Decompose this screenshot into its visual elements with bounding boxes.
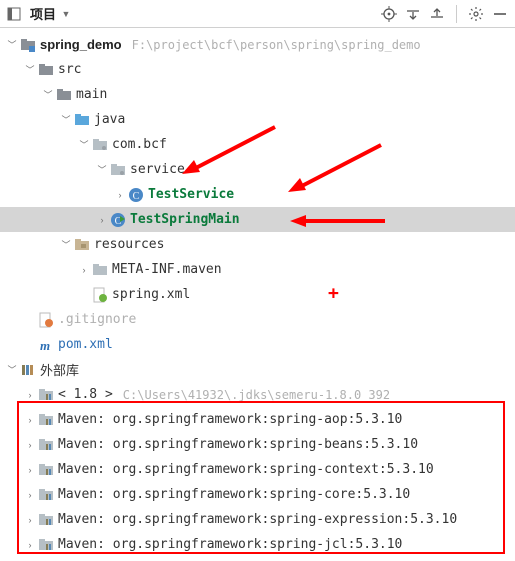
module-folder-icon: [20, 37, 36, 53]
chevron-right-icon[interactable]: ›: [114, 189, 126, 201]
tree-node-metainf[interactable]: › META-INF.maven: [0, 257, 515, 282]
chevron-down-icon[interactable]: ﹀: [42, 89, 54, 101]
chevron-right-icon[interactable]: ›: [96, 214, 108, 226]
annotation-plus: +: [328, 283, 339, 304]
folder-icon: [56, 87, 72, 103]
external-libs-label: 外部库: [40, 360, 79, 379]
src-label: src: [58, 62, 81, 77]
pom-label: pom.xml: [58, 337, 113, 352]
chevron-down-icon[interactable]: ﹀: [60, 239, 72, 251]
gitignore-label: .gitignore: [58, 312, 136, 327]
tree-node-external-libs[interactable]: ﹀ 外部库: [0, 357, 515, 382]
collapse-all-icon[interactable]: [428, 5, 446, 23]
chevron-right-icon[interactable]: ›: [24, 389, 36, 401]
tree-node-springxml[interactable]: › spring.xml: [0, 282, 515, 307]
main-label: main: [76, 87, 107, 102]
spring-xml-icon: [92, 287, 108, 303]
tree-node-src[interactable]: ﹀ src: [0, 57, 515, 82]
runnable-class-icon: C: [110, 212, 126, 228]
tree-node-java[interactable]: ﹀ java: [0, 107, 515, 132]
chevron-down-icon[interactable]: ﹀: [60, 114, 72, 126]
svg-text:C: C: [133, 191, 140, 202]
tree-node-gitignore[interactable]: › .gitignore: [0, 307, 515, 332]
project-panel-icon: [6, 6, 22, 22]
tree-node-testspringmain[interactable]: › C TestSpringMain: [0, 207, 515, 232]
chevron-down-icon[interactable]: ﹀: [78, 139, 90, 151]
chevron-down-icon[interactable]: ﹀: [6, 364, 18, 376]
sdk-label: < 1.8 >: [58, 387, 113, 402]
chevron-down-icon[interactable]: ▼: [60, 8, 72, 20]
metainf-label: META-INF.maven: [112, 262, 222, 277]
root-path: F:\project\bcf\person\spring\spring_demo: [132, 38, 421, 52]
springxml-label: spring.xml: [112, 287, 190, 302]
annotation-box: [17, 401, 505, 554]
testspringmain-label: TestSpringMain: [130, 212, 240, 227]
folder-icon: [38, 62, 54, 78]
gear-icon[interactable]: [467, 5, 485, 23]
root-label: spring_demo: [40, 37, 122, 52]
tree-node-service[interactable]: ﹀ service: [0, 157, 515, 182]
minimize-icon[interactable]: [491, 5, 509, 23]
sdk-path: C:\Users\41932\.jdks\semeru-1.8.0_392: [123, 388, 390, 402]
java-label: java: [94, 112, 125, 127]
maven-icon: m: [38, 337, 54, 353]
chevron-down-icon[interactable]: ﹀: [6, 39, 18, 51]
tree-node-pom[interactable]: › m pom.xml: [0, 332, 515, 357]
service-label: service: [130, 162, 185, 177]
chevron-down-icon[interactable]: ﹀: [24, 64, 36, 76]
target-icon[interactable]: [380, 5, 398, 23]
divider: [456, 5, 457, 23]
class-icon: C: [128, 187, 144, 203]
tree-node-testservice[interactable]: › C TestService: [0, 182, 515, 207]
package-icon: [92, 137, 108, 153]
library-group-icon: [20, 362, 36, 378]
source-folder-icon: [74, 112, 90, 128]
tree-node-package[interactable]: ﹀ com.bcf: [0, 132, 515, 157]
tree-node-resources[interactable]: ﹀ resources: [0, 232, 515, 257]
folder-icon: [92, 262, 108, 278]
project-label[interactable]: 项目: [30, 4, 56, 23]
tree-node-root[interactable]: ﹀ spring_demo F:\project\bcf\person\spri…: [0, 32, 515, 57]
package-icon: [110, 162, 126, 178]
testservice-label: TestService: [148, 187, 234, 202]
expand-all-icon[interactable]: [404, 5, 422, 23]
chevron-down-icon[interactable]: ﹀: [96, 164, 108, 176]
resources-label: resources: [94, 237, 164, 252]
package-label: com.bcf: [112, 137, 167, 152]
tree-node-main[interactable]: ﹀ main: [0, 82, 515, 107]
gitignore-icon: [38, 312, 54, 328]
resources-folder-icon: [74, 237, 90, 253]
project-toolbar: 项目 ▼: [0, 0, 515, 28]
svg-text:m: m: [40, 338, 50, 353]
chevron-right-icon[interactable]: ›: [78, 264, 90, 276]
